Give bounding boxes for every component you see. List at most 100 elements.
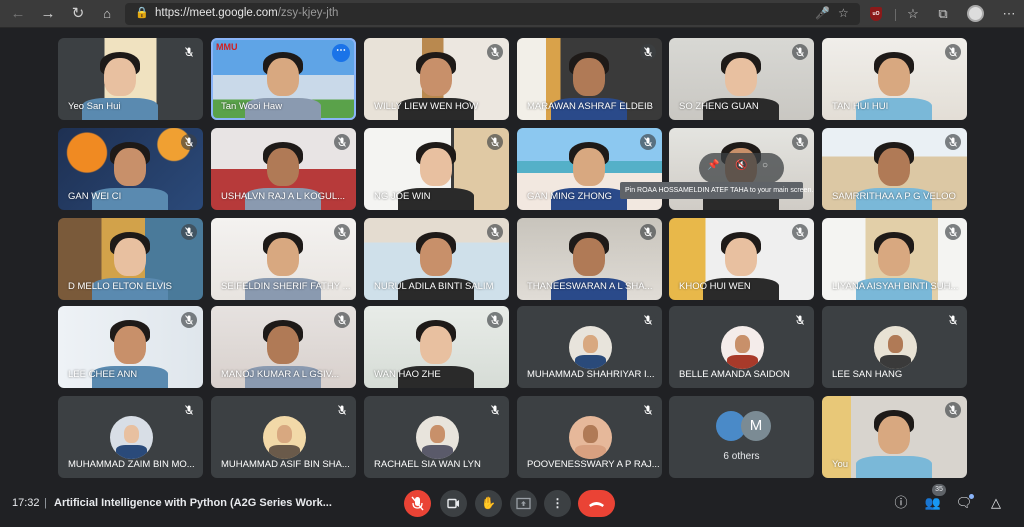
person-face [573,238,605,276]
refresh-icon[interactable]: ↻ [68,4,88,24]
participant-avatar [568,416,612,459]
favorites-icon[interactable]: ☆ [904,5,922,23]
meeting-title: Artificial Intelligence with Python (A2G… [54,497,332,509]
participant-tile[interactable]: TAN HUI HUI [822,38,967,120]
participant-tile[interactable]: USHALVN RAJ A L KOGUL... [211,128,356,210]
participant-tile[interactable]: THANEESWARAN A L SHA... [517,218,662,300]
mic-off-icon [411,496,424,511]
avatar-face [429,425,445,443]
participant-avatar [720,326,764,369]
meeting-details-icon[interactable]: ⓘ [892,494,910,512]
add-favorite-icon[interactable]: ☆ [838,6,849,20]
participant-tile[interactable]: KHOO HUI WEN [669,218,814,300]
participant-name: MUHAMMAD ASIF BIN SHA... [221,459,350,470]
participant-tile[interactable]: You [822,396,967,478]
avatar-body [115,445,147,459]
people-icon[interactable]: 👥 [924,494,942,512]
participant-tile[interactable]: RACHAEL SIA WAN LYN [364,396,509,478]
participant-tile[interactable]: SO ZHENG GUAN [669,38,814,120]
others-avatar-initial: M [741,411,771,441]
participant-tile[interactable]: WAN HAO ZHE [364,306,509,388]
present-screen-button[interactable] [510,490,537,517]
mic-off-icon [487,134,503,150]
participant-name: WAN HAO ZHE [374,369,441,380]
more-options-button[interactable]: ⋮ [544,490,571,517]
url-host: https://meet.google.com [155,7,278,19]
mute-participant-icon[interactable]: 🔇 [735,160,747,171]
participant-tile[interactable]: NURUL ADILA BINTI SALIM [364,218,509,300]
people-count-badge: 35 [932,484,946,496]
participant-tile[interactable]: LEE SAN HANG [822,306,967,388]
others-tile[interactable]: M 6 others [669,396,814,478]
profile-icon[interactable] [967,5,984,22]
home-icon[interactable]: ⌂ [97,4,117,24]
mic-off-icon [945,44,961,60]
participant-avatar [109,416,153,459]
person-face [420,326,452,364]
participant-tile[interactable]: MMU ⋯ Tan Wooi Haw [211,38,356,120]
toolbar-separator [895,9,896,21]
participant-tile[interactable]: NG JOE WIN [364,128,509,210]
participant-name: MARAWAN ASHRAF ELDEIB [527,101,653,112]
ublock-icon[interactable]: uO [870,7,882,21]
participant-tile[interactable]: SEIFELDIN SHERIF FATHY ... [211,218,356,300]
avatar-face [276,425,292,443]
person-body [856,456,932,478]
participant-tile[interactable]: WILLY LIEW WEN HOW [364,38,509,120]
participant-tile[interactable]: LIYANA AISYAH BINTI SUH... [822,218,967,300]
microphone-icon[interactable]: 🎤 [815,6,830,20]
participant-avatar [262,416,306,459]
person-face [420,58,452,96]
mic-off-button[interactable] [404,490,431,517]
participant-name: D MELLO ELTON ELVIS [68,281,173,292]
camera-button[interactable] [440,490,467,517]
participant-name: GAN WEI CI [68,191,122,202]
avatar-body [574,445,606,459]
divider: | [44,497,47,509]
avatar-body [268,445,300,459]
tile-hover-controls: 📌 🔇 ○ [699,153,784,183]
pin-icon[interactable]: 📌 [707,160,719,171]
participant-tile[interactable]: Yeo San Hui [58,38,203,120]
clock: 17:32 [12,497,40,509]
avatar-body [421,445,453,459]
person-face [878,416,910,454]
participant-tile[interactable]: LEE CHEE ANN [58,306,203,388]
raise-hand-button[interactable]: ✋ [475,490,502,517]
mic-off-icon [640,134,656,150]
participant-name: SO ZHENG GUAN [679,101,759,112]
participant-tile[interactable]: POOVENESSWARY A P RAJ... [517,396,662,478]
mic-off-icon [640,402,656,418]
participant-tile[interactable]: MUHAMMAD ASIF BIN SHA... [211,396,356,478]
lock-icon[interactable]: 🔒 [135,6,149,19]
mic-off-icon [334,312,350,328]
participant-tile[interactable]: MUHAMMAD SHAHRIYAR I... [517,306,662,388]
participant-tile[interactable]: GAN WEI CI [58,128,203,210]
participant-tile[interactable]: MARAWAN ASHRAF ELDEIB [517,38,662,120]
present-icon [516,497,531,510]
mic-off-icon [334,134,350,150]
more-icon[interactable]: ⋯ [1000,5,1018,23]
address-bar[interactable]: 🔒 https://meet.google.com/zsy-kjey-jth 🎤… [125,3,860,25]
activities-icon[interactable]: △ [987,494,1005,512]
participant-name: WILLY LIEW WEN HOW [374,101,479,112]
participant-tile[interactable]: D MELLO ELTON ELVIS [58,218,203,300]
mic-off-icon [945,224,961,240]
mic-off-icon [640,224,656,240]
mic-off-icon [487,312,503,328]
participant-tile[interactable]: SAMRRITHAA A P G VELOO [822,128,967,210]
collections-icon[interactable]: ⧉ [934,5,952,23]
avatar-face [887,335,903,353]
participant-name: USHALVN RAJ A L KOGUL... [221,191,346,202]
mic-off-icon [334,224,350,240]
forward-icon[interactable]: → [38,4,58,24]
tile-more-options-icon[interactable]: ⋯ [332,44,350,62]
camera-icon [447,498,459,509]
back-icon[interactable]: ← [8,4,28,24]
hang-up-icon [589,502,604,507]
participant-tile[interactable]: BELLE AMANDA SAIDON [669,306,814,388]
remove-icon[interactable]: ○ [762,160,768,171]
participant-tile[interactable]: MANOJ KUMAR A L GSIV... [211,306,356,388]
participant-tile[interactable]: MUHAMMAD ZAIM BIN MO... [58,396,203,478]
leave-call-button[interactable] [578,490,615,517]
